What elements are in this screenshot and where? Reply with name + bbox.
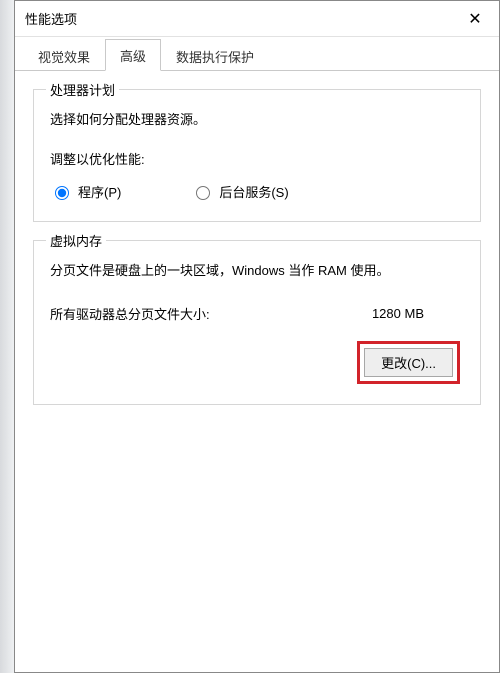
group-cpu-scheduling: 处理器计划 选择如何分配处理器资源。 调整以优化性能: 程序(P) 后台服务(S… [33,89,481,222]
radio-programs[interactable]: 程序(P) [50,182,121,201]
vm-change-wrap: 更改(C)... [50,341,464,384]
change-button[interactable]: 更改(C)... [364,348,453,377]
tab-visual-effects[interactable]: 视觉效果 [23,40,105,71]
tab-strip: 视觉效果 高级 数据执行保护 [15,37,499,71]
group-virtual-memory: 虚拟内存 分页文件是硬盘上的一块区域，Windows 当作 RAM 使用。 所有… [33,240,481,405]
cpu-radio-row: 程序(P) 后台服务(S) [50,182,464,201]
group-title-cpu: 处理器计划 [46,80,119,99]
cpu-desc: 选择如何分配处理器资源。 [50,110,464,131]
close-icon: ✕ [468,9,481,29]
group-title-vm: 虚拟内存 [46,231,106,250]
backdrop-left [0,0,14,673]
vm-total-row: 所有驱动器总分页文件大小: 1280 MB [50,304,464,323]
vm-desc: 分页文件是硬盘上的一块区域，Windows 当作 RAM 使用。 [50,261,464,282]
vm-total-value: 1280 MB [372,306,424,321]
tab-advanced[interactable]: 高级 [105,39,161,71]
performance-options-window: 性能选项 ✕ 视觉效果 高级 数据执行保护 处理器计划 选择如何分配处理器资源。… [14,0,500,673]
vm-total-label: 所有驱动器总分页文件大小: [50,304,210,323]
annotation-highlight: 更改(C)... [357,341,460,384]
radio-programs-label: 程序(P) [78,182,121,201]
window-title: 性能选项 [25,9,77,28]
radio-background-input[interactable] [196,186,210,200]
close-button[interactable]: ✕ [459,5,491,33]
radio-programs-input[interactable] [55,186,69,200]
radio-background[interactable]: 后台服务(S) [191,182,288,201]
tab-content-advanced: 处理器计划 选择如何分配处理器资源。 调整以优化性能: 程序(P) 后台服务(S… [15,71,499,672]
cpu-subhead: 调整以优化性能: [50,149,464,168]
radio-background-label: 后台服务(S) [219,182,288,201]
tab-dep[interactable]: 数据执行保护 [161,40,269,71]
titlebar: 性能选项 ✕ [15,1,499,37]
